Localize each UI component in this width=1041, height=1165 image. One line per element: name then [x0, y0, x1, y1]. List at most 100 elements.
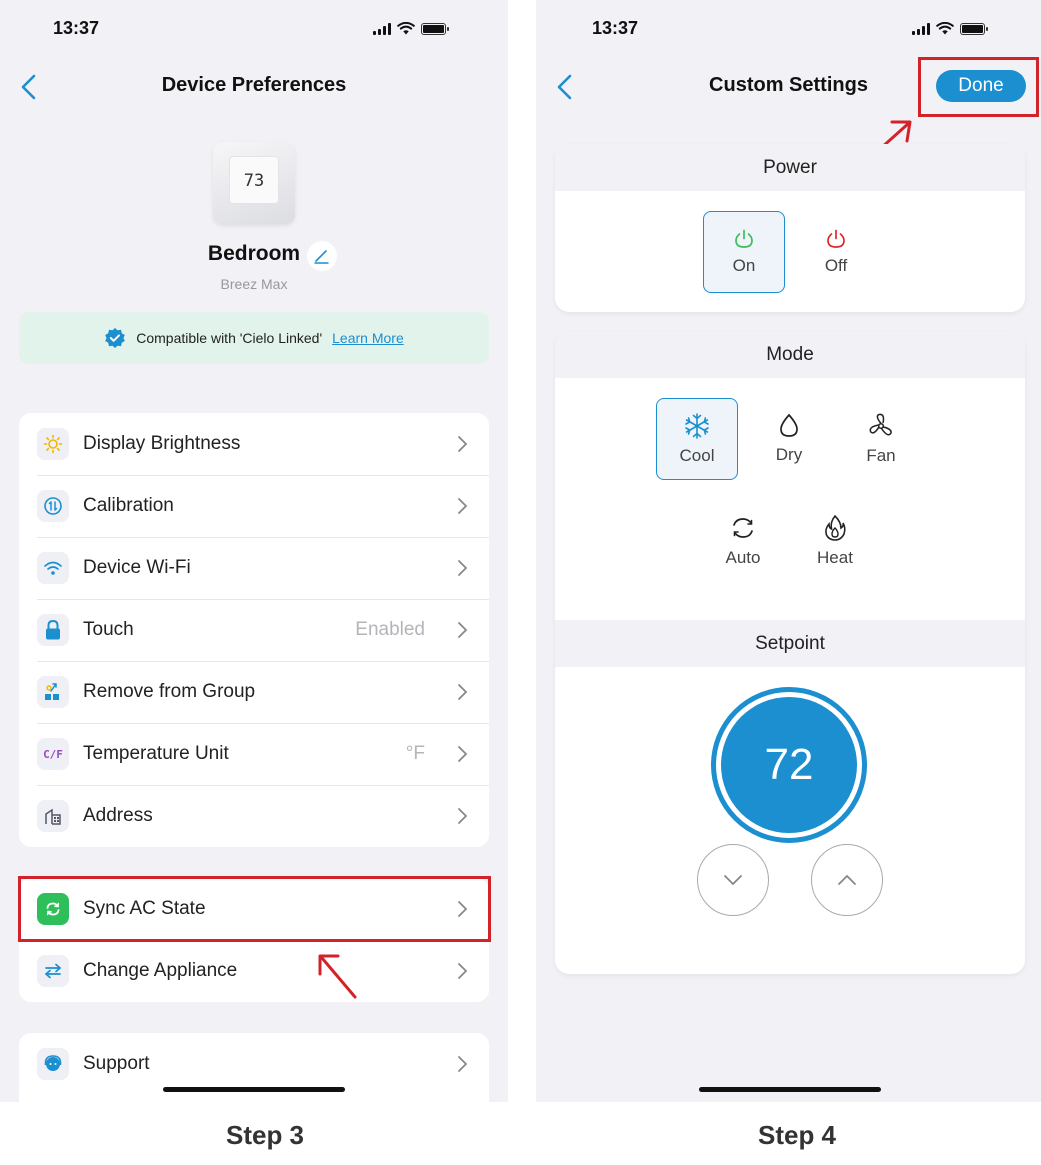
chevron-right-icon: [458, 684, 468, 700]
droplet-icon: [780, 413, 798, 437]
fan-icon: [869, 413, 892, 436]
auto-cycle-icon: [733, 518, 753, 538]
mode-title: Mode: [555, 331, 1025, 378]
settings-card: Display Brightness Calibration Device Wi…: [19, 413, 489, 847]
chevron-right-icon: [458, 1056, 468, 1072]
setpoint-dial: 72: [711, 687, 867, 843]
phone-custom-settings: 13:37 Custom Settings Done Power On Off: [536, 0, 1041, 1102]
settings-row-label: Touch: [83, 619, 134, 640]
settings-row-calibration[interactable]: Calibration: [19, 475, 489, 537]
device-display-reading: 73: [229, 156, 279, 204]
edit-name-button[interactable]: [307, 241, 337, 271]
status-time: 13:37: [53, 18, 100, 38]
settings-row-label: Change Appliance: [83, 960, 238, 981]
temperature-unit-value: °F: [405, 743, 425, 764]
mode-cool-label: Cool: [679, 446, 715, 465]
device-image: 73: [213, 142, 295, 224]
swap-icon: [37, 955, 69, 987]
mode-heat-option[interactable]: Heat: [794, 500, 876, 582]
wifi-status-icon: [397, 22, 415, 35]
mode-auto-option[interactable]: Auto: [702, 500, 784, 582]
mode-fan-option[interactable]: Fan: [840, 398, 922, 480]
device-model: Breez Max: [220, 276, 288, 292]
chevron-right-icon: [458, 436, 468, 452]
battery-icon: [421, 22, 449, 35]
home-indicator: [699, 1087, 881, 1092]
chevron-right-icon: [458, 498, 468, 514]
status-time: 13:37: [592, 18, 639, 38]
settings-row-temperature-unit[interactable]: C/F Temperature Unit °F: [19, 723, 489, 785]
settings-row-label: Support: [83, 1053, 150, 1074]
status-bar: 13:37: [536, 0, 1041, 56]
step-caption: Step 3: [225, 1120, 305, 1150]
setpoint-area: 72: [555, 667, 1025, 927]
mode-auto-label: Auto: [725, 548, 761, 567]
snowflake-icon: [685, 413, 709, 439]
settings-row-support[interactable]: Support: [19, 1033, 489, 1095]
settings-row-address[interactable]: Address: [19, 785, 489, 847]
chevron-down-icon: [724, 875, 742, 886]
highlight-box-done: [918, 57, 1039, 117]
setpoint-decrease-button[interactable]: [697, 844, 769, 916]
chevron-up-icon: [838, 874, 856, 885]
sun-icon: [37, 428, 69, 460]
setpoint-title: Setpoint: [555, 620, 1025, 667]
settings-row-label: Device Wi-Fi: [83, 557, 191, 578]
group-icon: [37, 676, 69, 708]
mode-cool-option[interactable]: Cool: [656, 398, 738, 480]
mode-dry-label: Dry: [775, 445, 803, 464]
cf-icon: C/F: [37, 738, 69, 770]
lock-icon: [37, 614, 69, 646]
verified-badge-icon: [105, 328, 126, 348]
power-panel: Power On Off: [555, 144, 1025, 312]
power-on-label: On: [732, 256, 756, 275]
wifi-status-icon: [936, 22, 954, 35]
arrow-pointer-icon: [318, 954, 357, 999]
chevron-right-icon: [458, 746, 468, 762]
status-icons: [912, 22, 988, 35]
settings-row-touch[interactable]: Touch Enabled: [19, 599, 489, 661]
calibration-icon: [37, 490, 69, 522]
phone-device-preferences: 13:37 Device Preferences 73 Bedroom Bree…: [0, 0, 508, 1102]
flame-icon: [825, 514, 846, 541]
building-icon: [37, 800, 69, 832]
wifi-icon: [37, 552, 69, 584]
chevron-right-icon: [458, 808, 468, 824]
home-indicator: [163, 1087, 345, 1092]
step-caption: Step 4: [757, 1120, 837, 1150]
support-icon: [37, 1048, 69, 1080]
device-name: Bedroom: [207, 242, 301, 265]
learn-more-link[interactable]: Learn More: [332, 330, 404, 346]
battery-icon: [960, 22, 988, 35]
compatibility-text: Compatible with 'Cielo Linked': [136, 330, 323, 346]
power-title: Power: [555, 144, 1025, 191]
status-icons: [373, 22, 449, 35]
settings-row-display-brightness[interactable]: Display Brightness: [19, 413, 489, 475]
settings-row-label: Display Brightness: [83, 433, 241, 454]
cellular-signal-icon: [373, 22, 391, 35]
settings-row-change-appliance[interactable]: Change Appliance: [19, 940, 489, 1002]
power-off-option[interactable]: Off: [795, 211, 877, 293]
power-icon: [735, 229, 753, 248]
cellular-signal-icon: [912, 22, 930, 35]
chevron-right-icon: [458, 560, 468, 576]
mode-dry-option[interactable]: Dry: [748, 398, 830, 480]
status-bar: 13:37: [0, 0, 508, 56]
mode-setpoint-panel: Mode Cool Dry Fan Auto Heat Setpoint 72: [555, 331, 1025, 974]
touch-status-value: Enabled: [355, 619, 425, 640]
settings-row-label: Address: [83, 805, 153, 826]
settings-row-label: Calibration: [83, 495, 174, 516]
chevron-right-icon: [458, 963, 468, 979]
tutorial-page: 13:37 Device Preferences 73 Bedroom Bree…: [0, 0, 1041, 1165]
setpoint-increase-button[interactable]: [811, 844, 883, 916]
settings-row-remove-from-group[interactable]: Remove from Group: [19, 661, 489, 723]
chevron-right-icon: [458, 622, 468, 638]
setpoint-value: 72: [721, 697, 857, 833]
settings-row-label: Remove from Group: [83, 681, 256, 702]
power-on-option[interactable]: On: [703, 211, 785, 293]
settings-row-device-wifi[interactable]: Device Wi-Fi: [19, 537, 489, 599]
mode-heat-label: Heat: [817, 548, 853, 567]
highlight-box-sync: [18, 876, 491, 942]
compatibility-banner: Compatible with 'Cielo Linked' Learn Mor…: [19, 312, 489, 364]
nav-bar: Device Preferences: [0, 56, 508, 118]
